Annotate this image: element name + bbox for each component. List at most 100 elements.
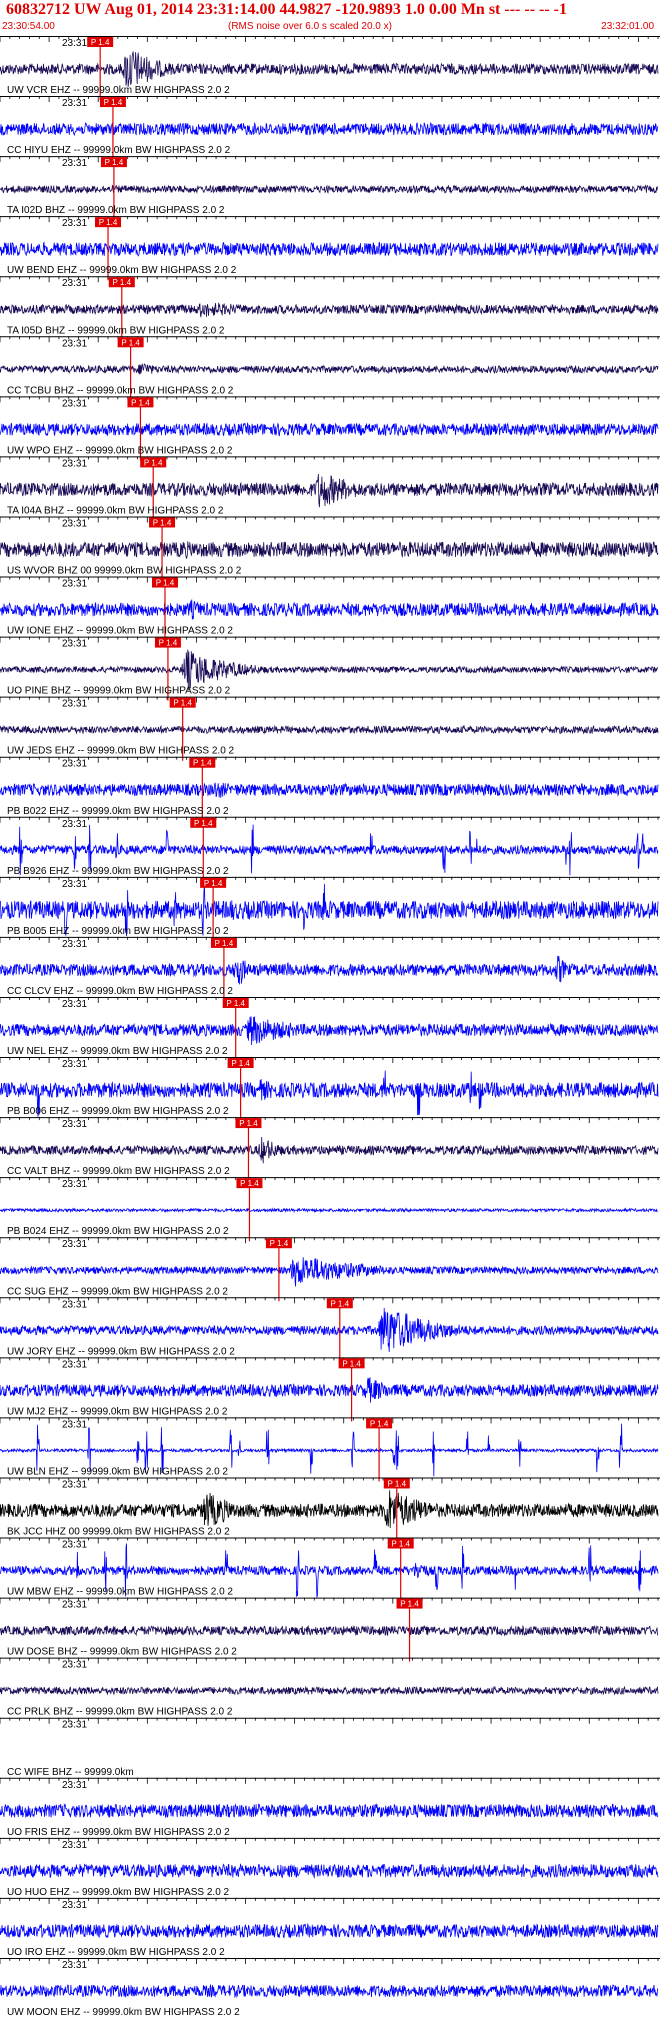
waveform <box>0 363 659 375</box>
waveform <box>0 241 659 257</box>
pick-label: P 1.4 <box>131 398 150 407</box>
time-tick-label: 23:31 <box>62 458 87 469</box>
event-title: 60832712 UW Aug 01, 2014 23:31:14.00 44.… <box>6 1 567 18</box>
pick-label: P 1.4 <box>342 1359 361 1368</box>
time-tick-label: 23:31 <box>62 1179 87 1190</box>
station-label: UW VCR EHZ -- 99999.0km BW HIGHPASS 2.0 … <box>7 85 230 96</box>
pick-label: P 1.4 <box>153 518 172 527</box>
pick-label: P 1.4 <box>331 1299 350 1308</box>
waveform <box>0 649 659 691</box>
waveform <box>0 1922 659 1939</box>
station-label: UW MBW EHZ -- 99999.0km BW HIGHPASS 2.0 … <box>7 1587 233 1598</box>
station-label: PB B005 EHZ -- 99999.0km BW HIGHPASS 2.0… <box>7 926 229 937</box>
pick-label: P 1.4 <box>226 999 245 1008</box>
time-tick-label: 23:31 <box>62 1119 87 1130</box>
station-label: TA I04A BHZ -- 99999.0km BW HIGHPASS 2.0… <box>7 505 224 516</box>
station-label: UO PINE BHZ -- 99999.0km BW HIGHPASS 2.0… <box>7 686 231 697</box>
time-tick-label: 23:31 <box>62 819 87 830</box>
time-tick-label: 23:31 <box>62 158 87 169</box>
station-label: PB B926 EHZ -- 99999.0km BW HIGHPASS 2.0… <box>7 866 229 877</box>
station-label: UW NEL EHZ -- 99999.0km BW HIGHPASS 2.0 … <box>7 1046 228 1057</box>
pick-label: P 1.4 <box>391 1540 410 1549</box>
waveform <box>0 782 659 798</box>
waveform <box>0 955 659 985</box>
time-tick-label: 23:31 <box>62 98 87 109</box>
pick-label: P 1.4 <box>105 158 124 167</box>
station-label: UW MOON EHZ -- 99999.0km BW HIGHPASS 2.0… <box>7 2007 240 2018</box>
station-label: UW JEDS EHZ -- 99999.0km BW HIGHPASS 2.0… <box>7 746 235 757</box>
station-label: UW BLN EHZ -- 99999.0km BW HIGHPASS 2.0 … <box>7 1466 228 1477</box>
time-tick-label: 23:31 <box>62 1479 87 1490</box>
pick-label: P 1.4 <box>104 98 123 107</box>
waveform <box>0 421 659 437</box>
station-label: UO FRIS EHZ -- 99999.0km BW HIGHPASS 2.0… <box>7 1827 230 1838</box>
station-label: US WVOR BHZ 00 99999.0km BW HIGHPASS 2.0… <box>7 566 242 577</box>
time-tick-label: 23:31 <box>62 759 87 770</box>
waveform <box>0 473 659 508</box>
pick-label: P 1.4 <box>231 1059 250 1068</box>
waveform <box>0 302 659 318</box>
pick-label: P 1.4 <box>400 1600 419 1609</box>
time-tick-label: 23:31 <box>62 338 87 349</box>
time-tick-label: 23:31 <box>62 1419 87 1430</box>
time-tick-label: 23:31 <box>62 1960 87 1971</box>
time-tick-label: 23:31 <box>62 1359 87 1370</box>
pick-label: P 1.4 <box>194 819 213 828</box>
station-label: TA I02D BHZ -- 99999.0km BW HIGHPASS 2.0… <box>7 205 225 216</box>
time-tick-label: 23:31 <box>62 1299 87 1310</box>
waveform <box>0 1207 659 1214</box>
pick-label: P 1.4 <box>215 939 234 948</box>
station-label: TA I05D BHZ -- 99999.0km BW HIGHPASS 2.0… <box>7 325 225 336</box>
waveform <box>0 1624 658 1637</box>
waveform <box>0 599 659 620</box>
waveform <box>0 1490 659 1528</box>
station-label: CC TCBU BHZ -- 99999.0km BW HIGHPASS 2.0… <box>7 385 234 396</box>
plot-header: 60832712 UW Aug 01, 2014 23:31:14.00 44.… <box>0 0 660 36</box>
station-label: UW MJ2 EHZ -- 99999.0km BW HIGHPASS 2.0 … <box>7 1406 228 1417</box>
time-tick-label: 23:31 <box>62 1059 87 1070</box>
time-tick-label: 23:31 <box>62 1900 87 1911</box>
station-label: UO HUO EHZ -- 99999.0km BW HIGHPASS 2.0 … <box>7 1887 230 1898</box>
pick-label: P 1.4 <box>270 1239 289 1248</box>
waveform <box>0 1136 659 1164</box>
waveform <box>0 121 659 137</box>
pick-label: P 1.4 <box>156 579 175 588</box>
pick-label: P 1.4 <box>240 1179 259 1188</box>
pick-label: P 1.4 <box>193 759 212 768</box>
station-label: UW WPO EHZ -- 99999.0km BW HIGHPASS 2.0 … <box>7 445 233 456</box>
station-label: UW IONE EHZ -- 99999.0km BW HIGHPASS 2.0… <box>7 626 233 637</box>
time-tick-label: 23:31 <box>62 1239 87 1250</box>
station-label: UW DOSE BHZ -- 99999.0km BW HIGHPASS 2.0… <box>7 1647 237 1658</box>
pick-label: P 1.4 <box>144 458 163 467</box>
time-tick-label: 23:31 <box>62 1600 87 1611</box>
station-label: BK JCC HHZ 00 99999.0km BW HIGHPASS 2.0 … <box>7 1527 230 1538</box>
time-tick-label: 23:31 <box>62 879 87 890</box>
time-tick-label: 23:31 <box>62 1540 87 1551</box>
time-tick-label: 23:31 <box>62 518 87 529</box>
time-tick-label: 23:31 <box>62 398 87 409</box>
station-label: CC SUG EHZ -- 99999.0km BW HIGHPASS 2.0 … <box>7 1286 228 1297</box>
pick-label: P 1.4 <box>204 879 223 888</box>
station-label: UO IRO EHZ -- 99999.0km BW HIGHPASS 2.0 … <box>7 1947 225 1958</box>
time-tick-label: 23:31 <box>62 1720 87 1731</box>
waveform <box>0 724 659 735</box>
station-label: PB B022 EHZ -- 99999.0km BW HIGHPASS 2.0… <box>7 806 229 817</box>
waveform <box>0 1802 659 1819</box>
time-tick-label: 23:31 <box>62 1840 87 1851</box>
station-label: UW JORY EHZ -- 99999.0km BW HIGHPASS 2.0… <box>7 1346 235 1357</box>
time-tick-label: 23:31 <box>62 1780 87 1791</box>
waveform <box>0 1685 659 1696</box>
waveform <box>0 540 659 559</box>
station-label: CC VALT BHZ -- 99999.0km BW HIGHPASS 2.0… <box>7 1166 230 1177</box>
time-tick-label: 23:31 <box>62 639 87 650</box>
waveform <box>0 1863 659 1879</box>
time-tick-label: 23:31 <box>62 579 87 590</box>
time-tick-label: 23:31 <box>62 38 87 49</box>
time-tick-label: 23:31 <box>62 939 87 950</box>
pick-label: P 1.4 <box>113 278 132 287</box>
station-label: PB B006 EHZ -- 99999.0km BW HIGHPASS 2.0… <box>7 1106 229 1117</box>
station-label: CC WIFE BHZ -- 99999.0km <box>7 1767 134 1778</box>
rms-note: (RMS noise over 6.0 s scaled 20.0 x) <box>228 21 392 32</box>
pick-label: P 1.4 <box>99 218 118 227</box>
pick-label: P 1.4 <box>159 639 178 648</box>
